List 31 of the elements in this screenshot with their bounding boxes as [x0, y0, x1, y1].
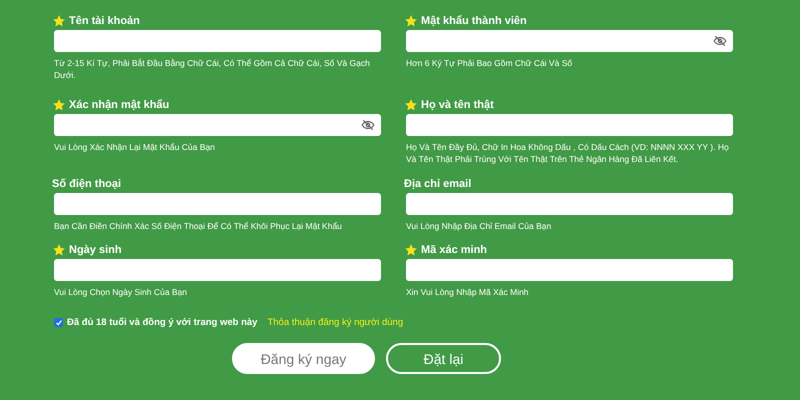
- input-field[interactable]: [54, 114, 381, 136]
- checkbox[interactable]: [54, 318, 63, 327]
- input-field[interactable]: [406, 259, 733, 281]
- field-label: Mã xác minh: [421, 244, 488, 256]
- input-field[interactable]: [54, 259, 381, 281]
- field-label: Tên tài khoản: [69, 15, 140, 27]
- field-label: Họ và tên thật: [421, 99, 494, 111]
- hint-text: Vui Lòng Nhập Địa Chỉ Email Của Bạn: [406, 220, 552, 232]
- hint-text: Xin Vui Lòng Nhập Mã Xác Minh: [406, 286, 530, 298]
- agreement-label: Đã đủ 18 tuổi và đồng ý với trang web này: [67, 317, 258, 328]
- input-field[interactable]: [406, 193, 733, 215]
- hint-text: Từ 2-15 Kí Tự, Phải Bắt Đầu Bằng Chữ Cái, Có Thể Gồm Cả Chữ Cái, Số Và Gạch Dưới.: [54, 57, 371, 81]
- input-field[interactable]: [54, 193, 381, 215]
- hint-text: Họ Và Tên Đầy Đủ, Chữ In Hoa Không Dấu , Có Dấu Cách (VD: NNNN XXX YY ). Họ Và Tên Thật Phải Trùng Với Tên Thật Trên Thẻ Ngân Hàng Đã Liên Kết.: [406, 141, 730, 165]
- agreement-link[interactable]: Thỏa thuận đăng ký người dùng: [267, 317, 404, 328]
- field-label: Số điện thoại: [52, 178, 122, 190]
- field-label: Mật khẩu thành viên: [421, 15, 527, 27]
- reset-button[interactable]: Đặt lại: [386, 343, 501, 374]
- field-label: Địa chỉ email: [404, 178, 472, 190]
- input-field[interactable]: [406, 114, 733, 136]
- input-field[interactable]: [406, 30, 733, 52]
- input-field[interactable]: [54, 30, 381, 52]
- hint-text: Vui Lòng Xác Nhận Lại Mật Khẩu Của Bạn: [54, 141, 216, 153]
- field-label: Xác nhận mật khẩu: [69, 99, 170, 111]
- hint-text: Hơn 6 Ký Tự Phải Bao Gồm Chữ Cái Và Số: [406, 57, 574, 69]
- hint-text: Bạn Cần Điền Chính Xác Số Điện Thoại Để Có Thể Khôi Phục Lại Mật Khẩu: [54, 220, 343, 232]
- register-button[interactable]: Đăng ký ngay: [232, 343, 375, 374]
- eye-off-icon[interactable]: [712, 34, 728, 48]
- field-label: Ngày sinh: [69, 244, 122, 256]
- eye-off-icon[interactable]: [360, 118, 376, 132]
- hint-text: Vui Lòng Chọn Ngày Sinh Của Bạn: [54, 286, 188, 298]
